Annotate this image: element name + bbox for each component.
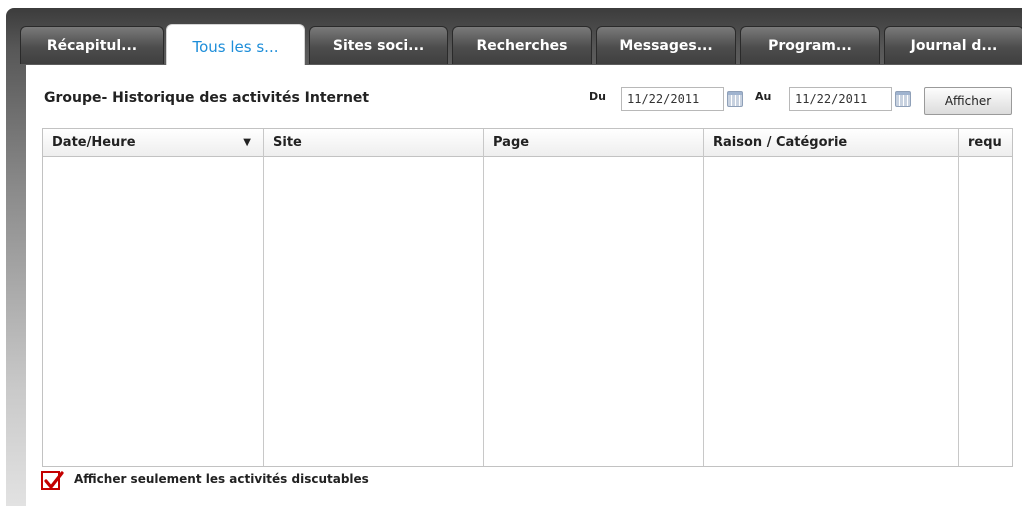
column-label: Raison / Catégorie <box>713 135 848 150</box>
tab-programmes[interactable]: Program... <box>740 26 880 64</box>
calendar-icon[interactable] <box>895 91 911 107</box>
table-column-body <box>704 157 959 466</box>
content-panel: Groupe- Historique des activités Interne… <box>26 65 1022 506</box>
page-title: Groupe- Historique des activités Interne… <box>44 90 370 106</box>
column-label: requ <box>968 135 1002 150</box>
questionable-only-label[interactable]: Afficher seulement les activités discuta… <box>74 472 369 486</box>
checkmark-icon <box>44 471 64 489</box>
tab-recapitulatif[interactable]: Récapitul... <box>20 26 164 64</box>
tab-sites-sociaux[interactable]: Sites soci... <box>309 26 448 64</box>
column-label: Page <box>493 135 530 150</box>
date-to-field[interactable]: 11/22/2011 <box>789 87 892 111</box>
table-column-body <box>43 157 264 466</box>
calendar-icon[interactable] <box>727 91 743 107</box>
column-site[interactable]: Site <box>264 129 484 157</box>
column-label: Date/Heure <box>52 135 136 150</box>
date-to-label: Au <box>755 90 772 103</box>
table-column-body <box>484 157 704 466</box>
table-column-body <box>264 157 484 466</box>
tab-journal[interactable]: Journal d... <box>884 26 1022 64</box>
show-button[interactable]: Afficher <box>924 87 1012 115</box>
table-header: Date/Heure ▼ Site Page Raison / Catégori… <box>43 129 1012 157</box>
questionable-only-checkbox[interactable] <box>41 471 64 490</box>
column-requete[interactable]: requ <box>959 129 1012 157</box>
column-label: Site <box>273 135 302 150</box>
activity-table: Date/Heure ▼ Site Page Raison / Catégori… <box>42 128 1013 467</box>
column-raison-categorie[interactable]: Raison / Catégorie <box>704 129 959 157</box>
window-frame: Récapitul... Tous les s... Sites soci...… <box>6 8 1022 506</box>
sort-descending-icon: ▼ <box>243 137 251 148</box>
date-from-label: Du <box>589 90 606 103</box>
date-from-field[interactable]: 11/22/2011 <box>621 87 724 111</box>
column-page[interactable]: Page <box>484 129 704 157</box>
tab-recherches[interactable]: Recherches <box>452 26 592 64</box>
tab-tous-les-sites[interactable]: Tous les s... <box>166 24 305 68</box>
tab-messages[interactable]: Messages... <box>596 26 736 64</box>
column-date-heure[interactable]: Date/Heure ▼ <box>43 129 264 157</box>
